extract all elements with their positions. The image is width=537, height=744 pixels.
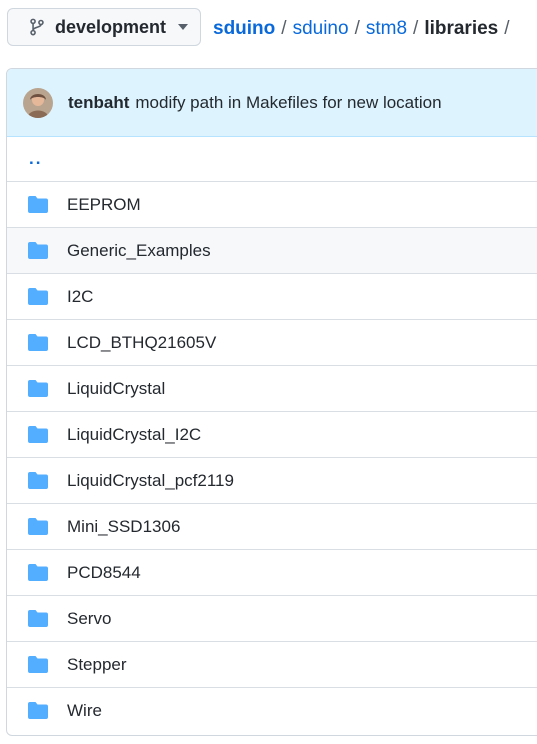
file-row[interactable]: LiquidCrystal_I2C bbox=[7, 411, 537, 457]
folder-icon bbox=[27, 241, 49, 260]
folder-name-link[interactable]: EEPROM bbox=[67, 195, 141, 215]
parent-directory-link[interactable]: .. bbox=[29, 149, 42, 169]
folder-name-link[interactable]: I2C bbox=[67, 287, 93, 307]
folder-name-link[interactable]: LCD_BTHQ21605V bbox=[67, 333, 216, 353]
folder-icon bbox=[27, 609, 49, 628]
breadcrumb-current: libraries bbox=[424, 18, 499, 39]
folder-icon bbox=[27, 333, 49, 352]
branch-name: development bbox=[55, 16, 167, 37]
file-row[interactable]: Mini_SSD1306 bbox=[7, 503, 537, 549]
breadcrumb-link-sduino[interactable]: sduino bbox=[293, 18, 349, 40]
folder-name-link[interactable]: Stepper bbox=[67, 655, 127, 675]
commit-message-link[interactable]: modify path in Makefiles for new locatio… bbox=[135, 93, 441, 113]
folder-icon bbox=[27, 471, 49, 490]
folder-icon bbox=[27, 563, 49, 582]
breadcrumb-separator: / bbox=[504, 18, 510, 39]
file-row[interactable]: Stepper bbox=[7, 641, 537, 687]
folder-name-link[interactable]: Mini_SSD1306 bbox=[67, 517, 180, 537]
caret-down-icon bbox=[177, 23, 189, 31]
file-list: tenbaht modify path in Makefiles for new… bbox=[6, 68, 537, 736]
folder-icon bbox=[27, 425, 49, 444]
folder-icon bbox=[27, 517, 49, 536]
breadcrumb-link-stm8[interactable]: stm8 bbox=[366, 18, 407, 40]
branch-selector-button[interactable]: development bbox=[7, 8, 201, 46]
folder-name-link[interactable]: PCD8544 bbox=[67, 563, 141, 583]
file-row[interactable]: LiquidCrystal bbox=[7, 365, 537, 411]
folder-name-link[interactable]: Generic_Examples bbox=[67, 241, 211, 261]
breadcrumb: sduino / sduino / stm8 / libraries / bbox=[213, 17, 516, 41]
folder-icon bbox=[27, 655, 49, 674]
repo-header: development sduino / sduino / stm8 / lib… bbox=[0, 0, 537, 60]
folder-icon bbox=[27, 287, 49, 306]
file-row[interactable]: PCD8544 bbox=[7, 549, 537, 595]
folder-icon bbox=[27, 195, 49, 214]
file-row[interactable]: Wire bbox=[7, 687, 537, 733]
parent-directory-row[interactable]: .. bbox=[7, 137, 537, 181]
file-row[interactable]: EEPROM bbox=[7, 181, 537, 227]
breadcrumb-root-link[interactable]: sduino bbox=[213, 18, 275, 40]
folder-name-link[interactable]: LiquidCrystal bbox=[67, 379, 165, 399]
file-row[interactable]: Servo bbox=[7, 595, 537, 641]
folder-icon bbox=[27, 701, 49, 720]
git-branch-icon bbox=[28, 18, 46, 36]
breadcrumb-separator: / bbox=[354, 18, 360, 39]
latest-commit-bar: tenbaht modify path in Makefiles for new… bbox=[7, 69, 537, 137]
commit-author-link[interactable]: tenbaht bbox=[68, 93, 129, 113]
folder-icon bbox=[27, 379, 49, 398]
file-row[interactable]: LiquidCrystal_pcf2119 bbox=[7, 457, 537, 503]
file-row[interactable]: Generic_Examples bbox=[7, 227, 537, 273]
folder-name-link[interactable]: LiquidCrystal_I2C bbox=[67, 425, 201, 445]
file-row[interactable]: I2C bbox=[7, 273, 537, 319]
folder-name-link[interactable]: LiquidCrystal_pcf2119 bbox=[67, 471, 234, 491]
folder-name-link[interactable]: Servo bbox=[67, 609, 111, 629]
avatar[interactable] bbox=[23, 87, 53, 118]
breadcrumb-separator: / bbox=[413, 18, 419, 39]
folder-name-link[interactable]: Wire bbox=[67, 701, 102, 721]
breadcrumb-separator: / bbox=[281, 18, 287, 39]
file-row[interactable]: LCD_BTHQ21605V bbox=[7, 319, 537, 365]
